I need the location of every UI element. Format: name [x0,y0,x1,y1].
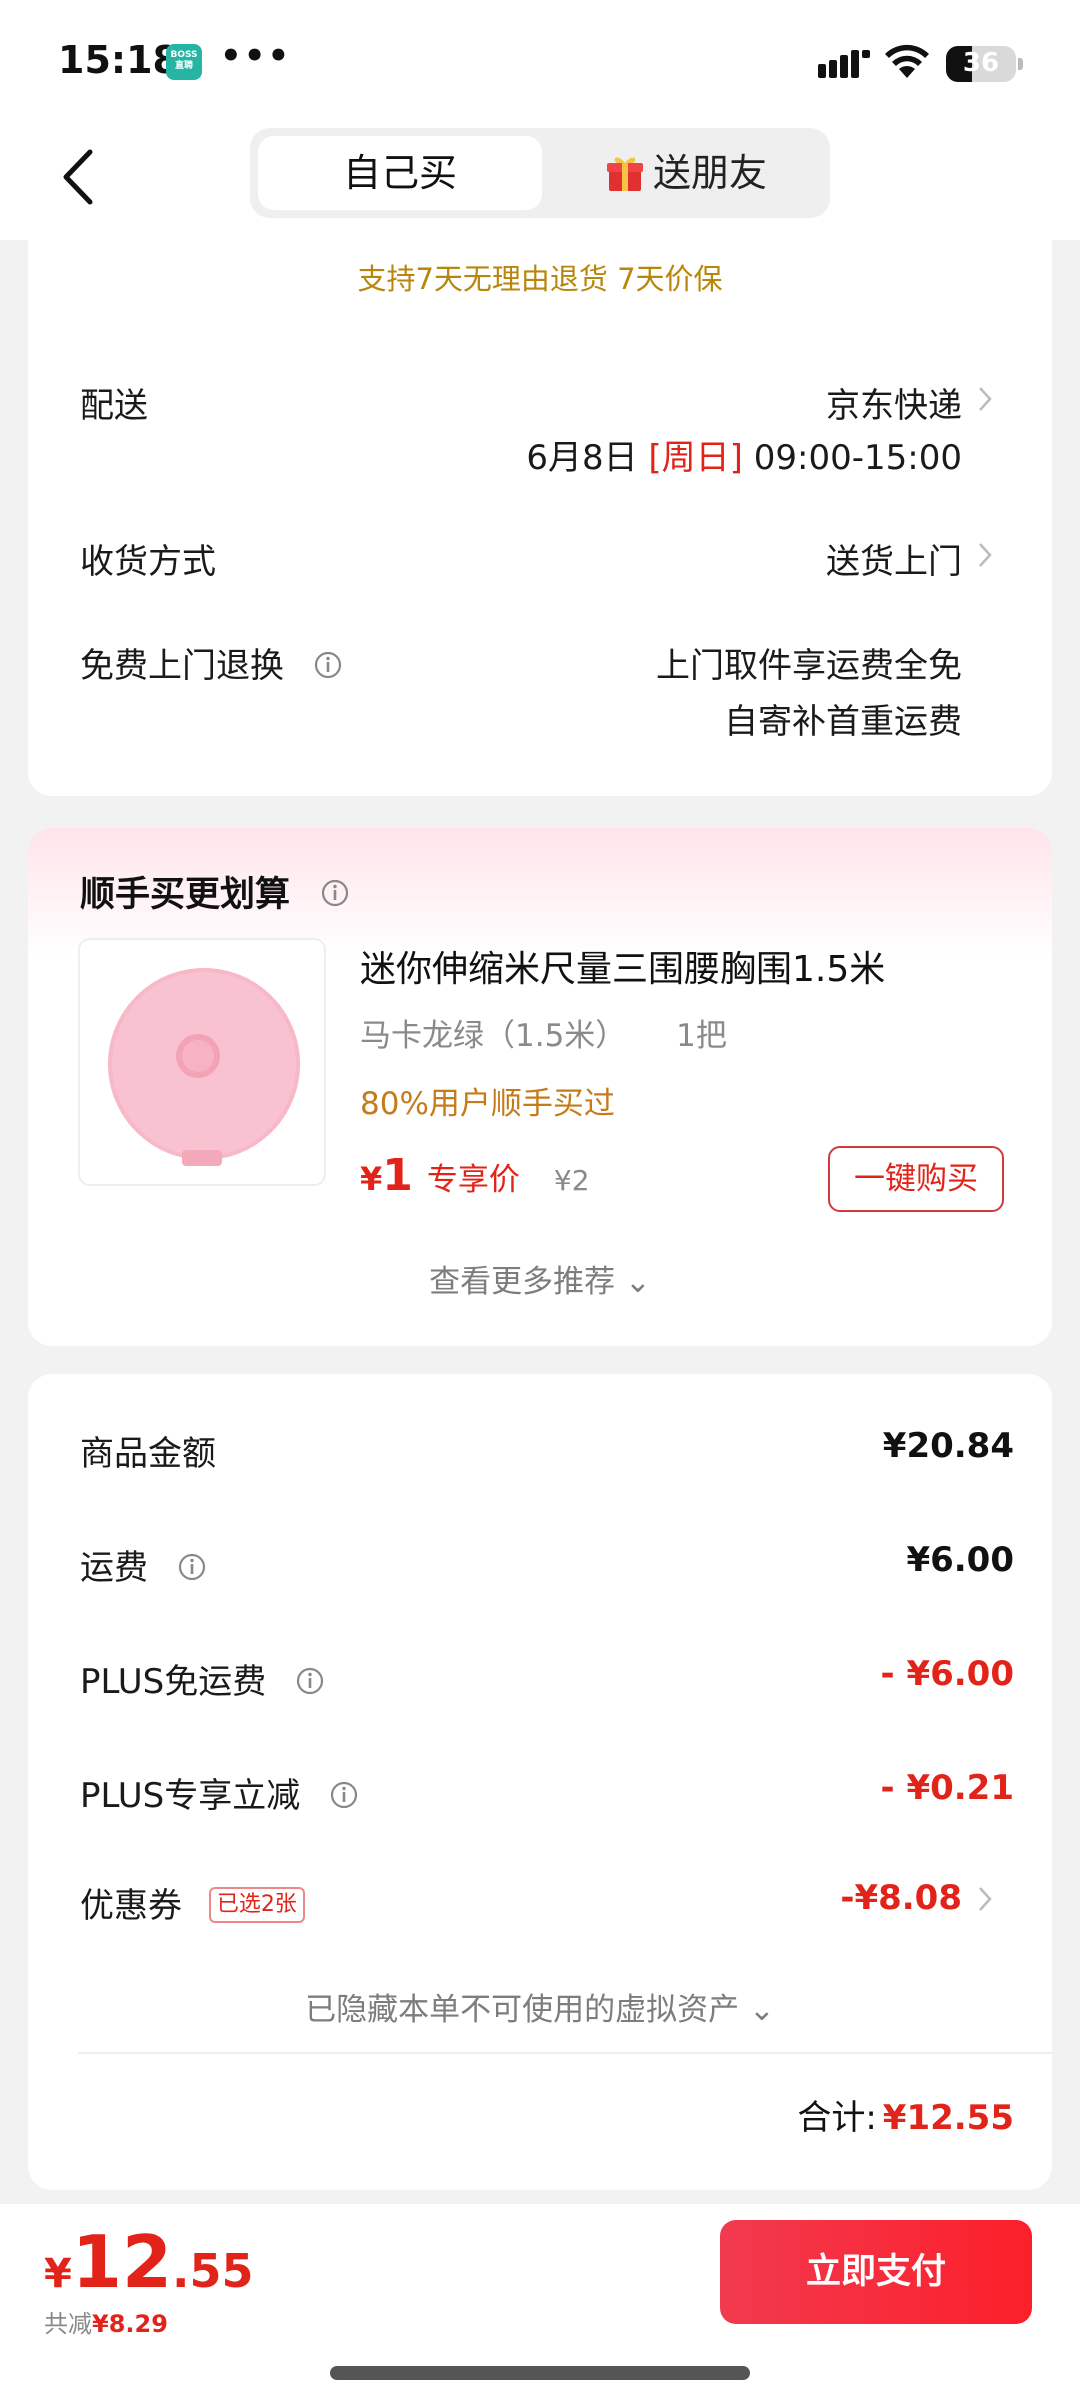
info-icon[interactable] [329,1780,359,1810]
status-time: 15:18 [58,38,179,82]
social-proof: 80%用户顺手买过 [360,1086,615,1122]
plus-discount-value: - ¥0.21 [880,1768,1015,1808]
saved-label: 共减 [44,2310,92,2338]
total-row: 合计: ¥12.55 [797,2090,1014,2139]
product-variant: 马卡龙绿（1.5米） [360,1018,627,1054]
goods-amount-label: 商品金额 [80,1434,216,1474]
final-price-dec: .55 [172,2244,254,2298]
chevron-right-icon[interactable] [976,540,994,570]
info-icon[interactable] [320,878,350,908]
tab-gift-friend[interactable]: 送朋友 [550,136,822,210]
battery-level: 36 [962,48,1000,78]
receive-method-value[interactable]: 送货上门 [826,534,962,583]
price-tag: 专享价 [426,1162,520,1198]
status-bar: 15:18 BOSS 直聘 ••• 36 [0,0,1080,120]
home-indicator[interactable] [330,2366,750,2380]
shipping-carrier[interactable]: 京东快递 [826,378,962,427]
free-return-label: 免费上门退换 [80,646,284,686]
more-notifications-icon: ••• [220,36,292,76]
chevron-right-icon[interactable] [976,1884,994,1914]
plus-freight-value: - ¥6.00 [880,1654,1015,1694]
plus-discount-label: PLUS专享立减 [80,1776,301,1816]
saved-value: ¥8.29 [92,2310,168,2338]
addon-title: 顺手买更划算 [80,866,350,917]
one-click-buy-button[interactable]: 一键购买 [828,1146,1004,1212]
wifi-icon [885,44,929,78]
free-return-row: 免费上门退换 [80,638,343,687]
addon-price: 1 [382,1150,413,1201]
boss-app-icon: BOSS 直聘 [166,44,202,80]
return-policy: 支持7天无理由退货 7天价保 [357,262,723,296]
final-price-currency: ¥ [44,2251,72,2297]
free-return-value-2: 自寄补首重运费 [724,702,962,742]
total-value: ¥12.55 [882,2098,1014,2138]
info-icon[interactable] [295,1666,325,1696]
price-currency: ¥ [360,1160,383,1198]
freight-label: 运费 [80,1548,148,1588]
tape-measure-image [108,968,300,1166]
price-summary-card: 商品金额 ¥20.84 运费 ¥6.00 PLUS免运费 - ¥6.00 PLU… [28,1374,1052,2190]
shipping-time: 09:00-15:00 [753,438,962,478]
info-icon[interactable] [313,650,343,680]
addon-card: 顺手买更划算 迷你伸缩米尺量三围腰胸围1.5米 马卡龙绿（1.5米） 1把 80… [28,828,1052,1346]
delivery-card: 支持7天无理由退货 7天价保 配送 京东快递 6月8日 [周日] 09:00-1… [28,240,1052,796]
addon-title-text: 顺手买更划算 [80,875,291,915]
coupon-value[interactable]: -¥8.08 [840,1878,962,1918]
goods-amount-value: ¥20.84 [882,1426,1014,1466]
hidden-assets-toggle[interactable]: 已隐藏本单不可使用的虚拟资产 ⌄ [28,1984,1052,2029]
shipping-day: [周日] [648,438,743,478]
tab-self-buy[interactable]: 自己买 [258,136,542,210]
total-saved: 共减¥8.29 [44,2304,168,2339]
plus-freight-label: PLUS免运费 [80,1662,267,1702]
coupon-row[interactable]: 优惠券 已选2张 [80,1878,305,1927]
shipping-schedule[interactable]: 6月8日 [周日] 09:00-15:00 [526,430,962,479]
freight-value: ¥6.00 [906,1540,1014,1580]
back-icon[interactable] [56,142,106,212]
free-return-value-1: 上门取件享运费全免 [656,646,962,686]
total-label: 合计: [797,2098,877,2138]
tab-gift-label: 送朋友 [652,151,767,195]
info-icon[interactable] [177,1552,207,1582]
chevron-right-icon[interactable] [976,384,994,414]
product-image[interactable] [78,938,326,1186]
divider [78,2052,1052,2054]
original-price: ¥2 [553,1164,590,1197]
product-quantity: 1把 [676,1018,727,1054]
purchase-mode-switch: 自己买 送朋友 [250,128,830,218]
signal-icon [818,50,870,78]
coupon-label: 优惠券 [80,1886,182,1926]
plus-discount-row: PLUS专享立减 [80,1768,359,1817]
addon-price-row: ¥1 专享价 ¥2 [360,1150,590,1201]
receive-method-label: 收货方式 [80,542,216,582]
product-variant-row: 马卡龙绿（1.5米） 1把 [360,1010,727,1055]
shipping-label: 配送 [80,386,148,426]
final-price-int: 12 [71,2220,173,2304]
pay-now-button[interactable]: 立即支付 [720,2220,1032,2324]
more-recommendations-link[interactable]: 查看更多推荐 ⌄ [28,1256,1052,1301]
nav-bar: 自己买 送朋友 [0,120,1080,240]
shipping-date: 6月8日 [526,438,638,478]
freight-row: 运费 [80,1540,207,1589]
final-price: ¥12.55 [44,2220,254,2304]
gift-icon [606,157,643,191]
plus-freight-row: PLUS免运费 [80,1654,325,1703]
coupon-badge: 已选2张 [208,1886,305,1923]
product-title[interactable]: 迷你伸缩米尺量三围腰胸围1.5米 [360,940,885,992]
battery-icon: 36 [946,46,1016,82]
